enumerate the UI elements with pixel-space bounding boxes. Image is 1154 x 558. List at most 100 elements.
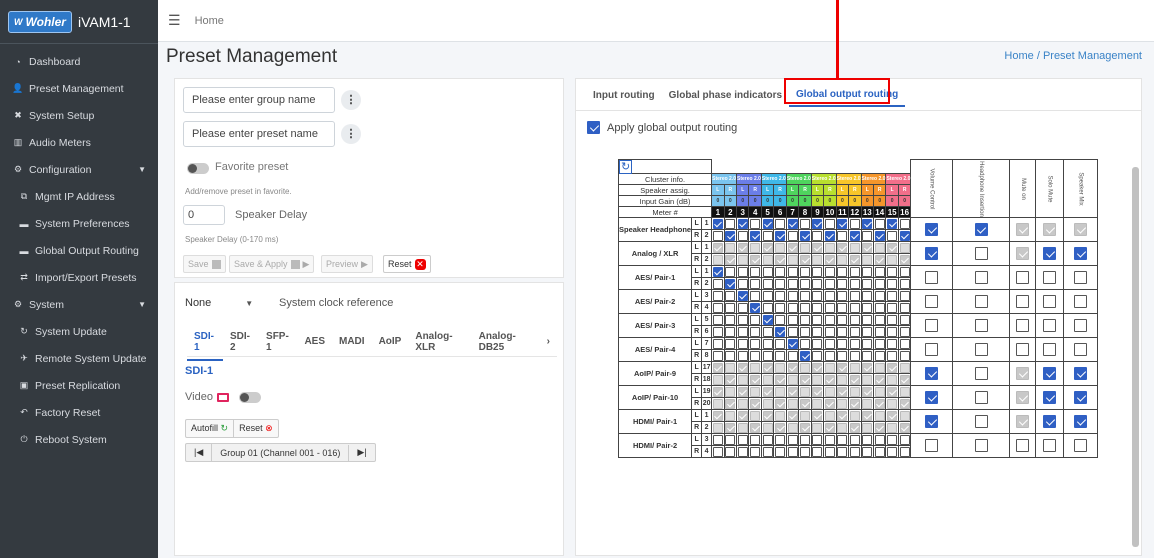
route-checkbox[interactable] (725, 326, 736, 337)
route-checkbox[interactable] (887, 326, 898, 337)
route-checkbox[interactable] (899, 410, 910, 421)
control-checkbox[interactable] (1074, 223, 1088, 236)
route-checkbox[interactable] (725, 218, 736, 229)
route-checkbox[interactable] (775, 410, 786, 421)
route-checkbox[interactable] (862, 446, 873, 457)
route-checkbox[interactable] (899, 254, 910, 265)
route-checkbox[interactable] (824, 254, 835, 265)
route-checkbox[interactable] (887, 362, 898, 373)
control-checkbox[interactable] (925, 343, 939, 356)
control-checkbox[interactable] (1043, 247, 1057, 260)
route-checkbox[interactable] (837, 446, 848, 457)
route-checkbox[interactable] (824, 278, 835, 289)
route-checkbox[interactable] (725, 410, 736, 421)
route-checkbox[interactable] (837, 410, 848, 421)
control-checkbox[interactable] (1016, 391, 1030, 404)
route-checkbox[interactable] (800, 386, 810, 397)
route-checkbox[interactable] (824, 350, 835, 361)
route-checkbox[interactable] (800, 422, 810, 433)
route-checkbox[interactable] (775, 242, 786, 253)
route-checkbox[interactable] (874, 314, 885, 325)
route-checkbox[interactable] (849, 446, 860, 457)
tab-analog-db25[interactable]: Analog-DB25 (472, 331, 540, 353)
control-checkbox[interactable] (974, 271, 988, 284)
route-checkbox[interactable] (800, 314, 810, 325)
route-checkbox[interactable] (812, 422, 823, 433)
route-checkbox[interactable] (712, 446, 723, 457)
route-checkbox[interactable] (812, 386, 823, 397)
route-checkbox[interactable] (837, 422, 848, 433)
route-checkbox[interactable] (750, 242, 761, 253)
route-checkbox[interactable] (712, 362, 723, 373)
route-checkbox[interactable] (824, 326, 835, 337)
route-checkbox[interactable] (787, 398, 798, 409)
route-checkbox[interactable] (899, 290, 910, 301)
sidebar-item-global-output-routing[interactable]: ▬ Global Output Routing (0, 237, 158, 264)
route-checkbox[interactable] (862, 374, 873, 385)
route-checkbox[interactable] (712, 302, 723, 313)
route-checkbox[interactable] (812, 218, 823, 229)
sidebar-item-import-export-presets[interactable]: ⇄ Import/Export Presets (0, 264, 158, 291)
control-checkbox[interactable] (1043, 295, 1057, 308)
route-checkbox[interactable] (762, 338, 773, 349)
route-checkbox[interactable] (712, 338, 723, 349)
route-checkbox[interactable] (874, 350, 885, 361)
route-checkbox[interactable] (824, 338, 835, 349)
route-checkbox[interactable] (837, 326, 848, 337)
route-checkbox[interactable] (737, 290, 748, 301)
route-checkbox[interactable] (899, 242, 910, 253)
route-checkbox[interactable] (737, 338, 748, 349)
route-checkbox[interactable] (812, 434, 823, 445)
route-checkbox[interactable] (712, 434, 723, 445)
route-checkbox[interactable] (874, 266, 885, 277)
sidebar-item-system[interactable]: ⚙ System ▼ (0, 291, 158, 318)
route-checkbox[interactable] (775, 350, 786, 361)
route-checkbox[interactable] (837, 434, 848, 445)
route-checkbox[interactable] (862, 434, 873, 445)
route-checkbox[interactable] (887, 386, 898, 397)
route-checkbox[interactable] (800, 266, 810, 277)
route-checkbox[interactable] (750, 350, 761, 361)
route-checkbox[interactable] (837, 254, 848, 265)
route-checkbox[interactable] (775, 278, 786, 289)
apply-checkbox[interactable] (587, 121, 600, 134)
control-checkbox[interactable] (925, 415, 939, 428)
route-checkbox[interactable] (887, 350, 898, 361)
route-checkbox[interactable] (862, 422, 873, 433)
control-checkbox[interactable] (1043, 343, 1057, 356)
route-checkbox[interactable] (712, 350, 723, 361)
control-checkbox[interactable] (925, 367, 939, 380)
route-checkbox[interactable] (887, 398, 898, 409)
control-checkbox[interactable] (1074, 271, 1088, 284)
route-checkbox[interactable] (787, 230, 798, 241)
route-checkbox[interactable] (849, 338, 860, 349)
tab-sdi-2[interactable]: SDI-2 (223, 331, 259, 353)
route-checkbox[interactable] (899, 266, 910, 277)
route-checkbox[interactable] (874, 338, 885, 349)
route-checkbox[interactable] (812, 410, 823, 421)
route-checkbox[interactable] (750, 314, 761, 325)
route-checkbox[interactable] (887, 290, 898, 301)
route-checkbox[interactable] (800, 254, 810, 265)
route-checkbox[interactable] (762, 374, 773, 385)
route-checkbox[interactable] (787, 350, 798, 361)
route-checkbox[interactable] (725, 398, 736, 409)
route-checkbox[interactable] (899, 314, 910, 325)
route-checkbox[interactable] (800, 242, 810, 253)
route-checkbox[interactable] (787, 338, 798, 349)
route-checkbox[interactable] (750, 326, 761, 337)
route-checkbox[interactable] (874, 434, 885, 445)
route-checkbox[interactable] (762, 302, 773, 313)
route-checkbox[interactable] (862, 242, 873, 253)
tab-madi[interactable]: MADI (332, 336, 372, 347)
route-checkbox[interactable] (750, 218, 761, 229)
route-checkbox[interactable] (737, 362, 748, 373)
route-checkbox[interactable] (787, 290, 798, 301)
sidebar-item-configuration[interactable]: ⚙ Configuration ▼ (0, 156, 158, 183)
route-checkbox[interactable] (887, 374, 898, 385)
control-checkbox[interactable] (1043, 223, 1057, 236)
route-checkbox[interactable] (837, 362, 848, 373)
route-checkbox[interactable] (862, 410, 873, 421)
route-checkbox[interactable] (712, 314, 723, 325)
route-checkbox[interactable] (899, 446, 910, 457)
